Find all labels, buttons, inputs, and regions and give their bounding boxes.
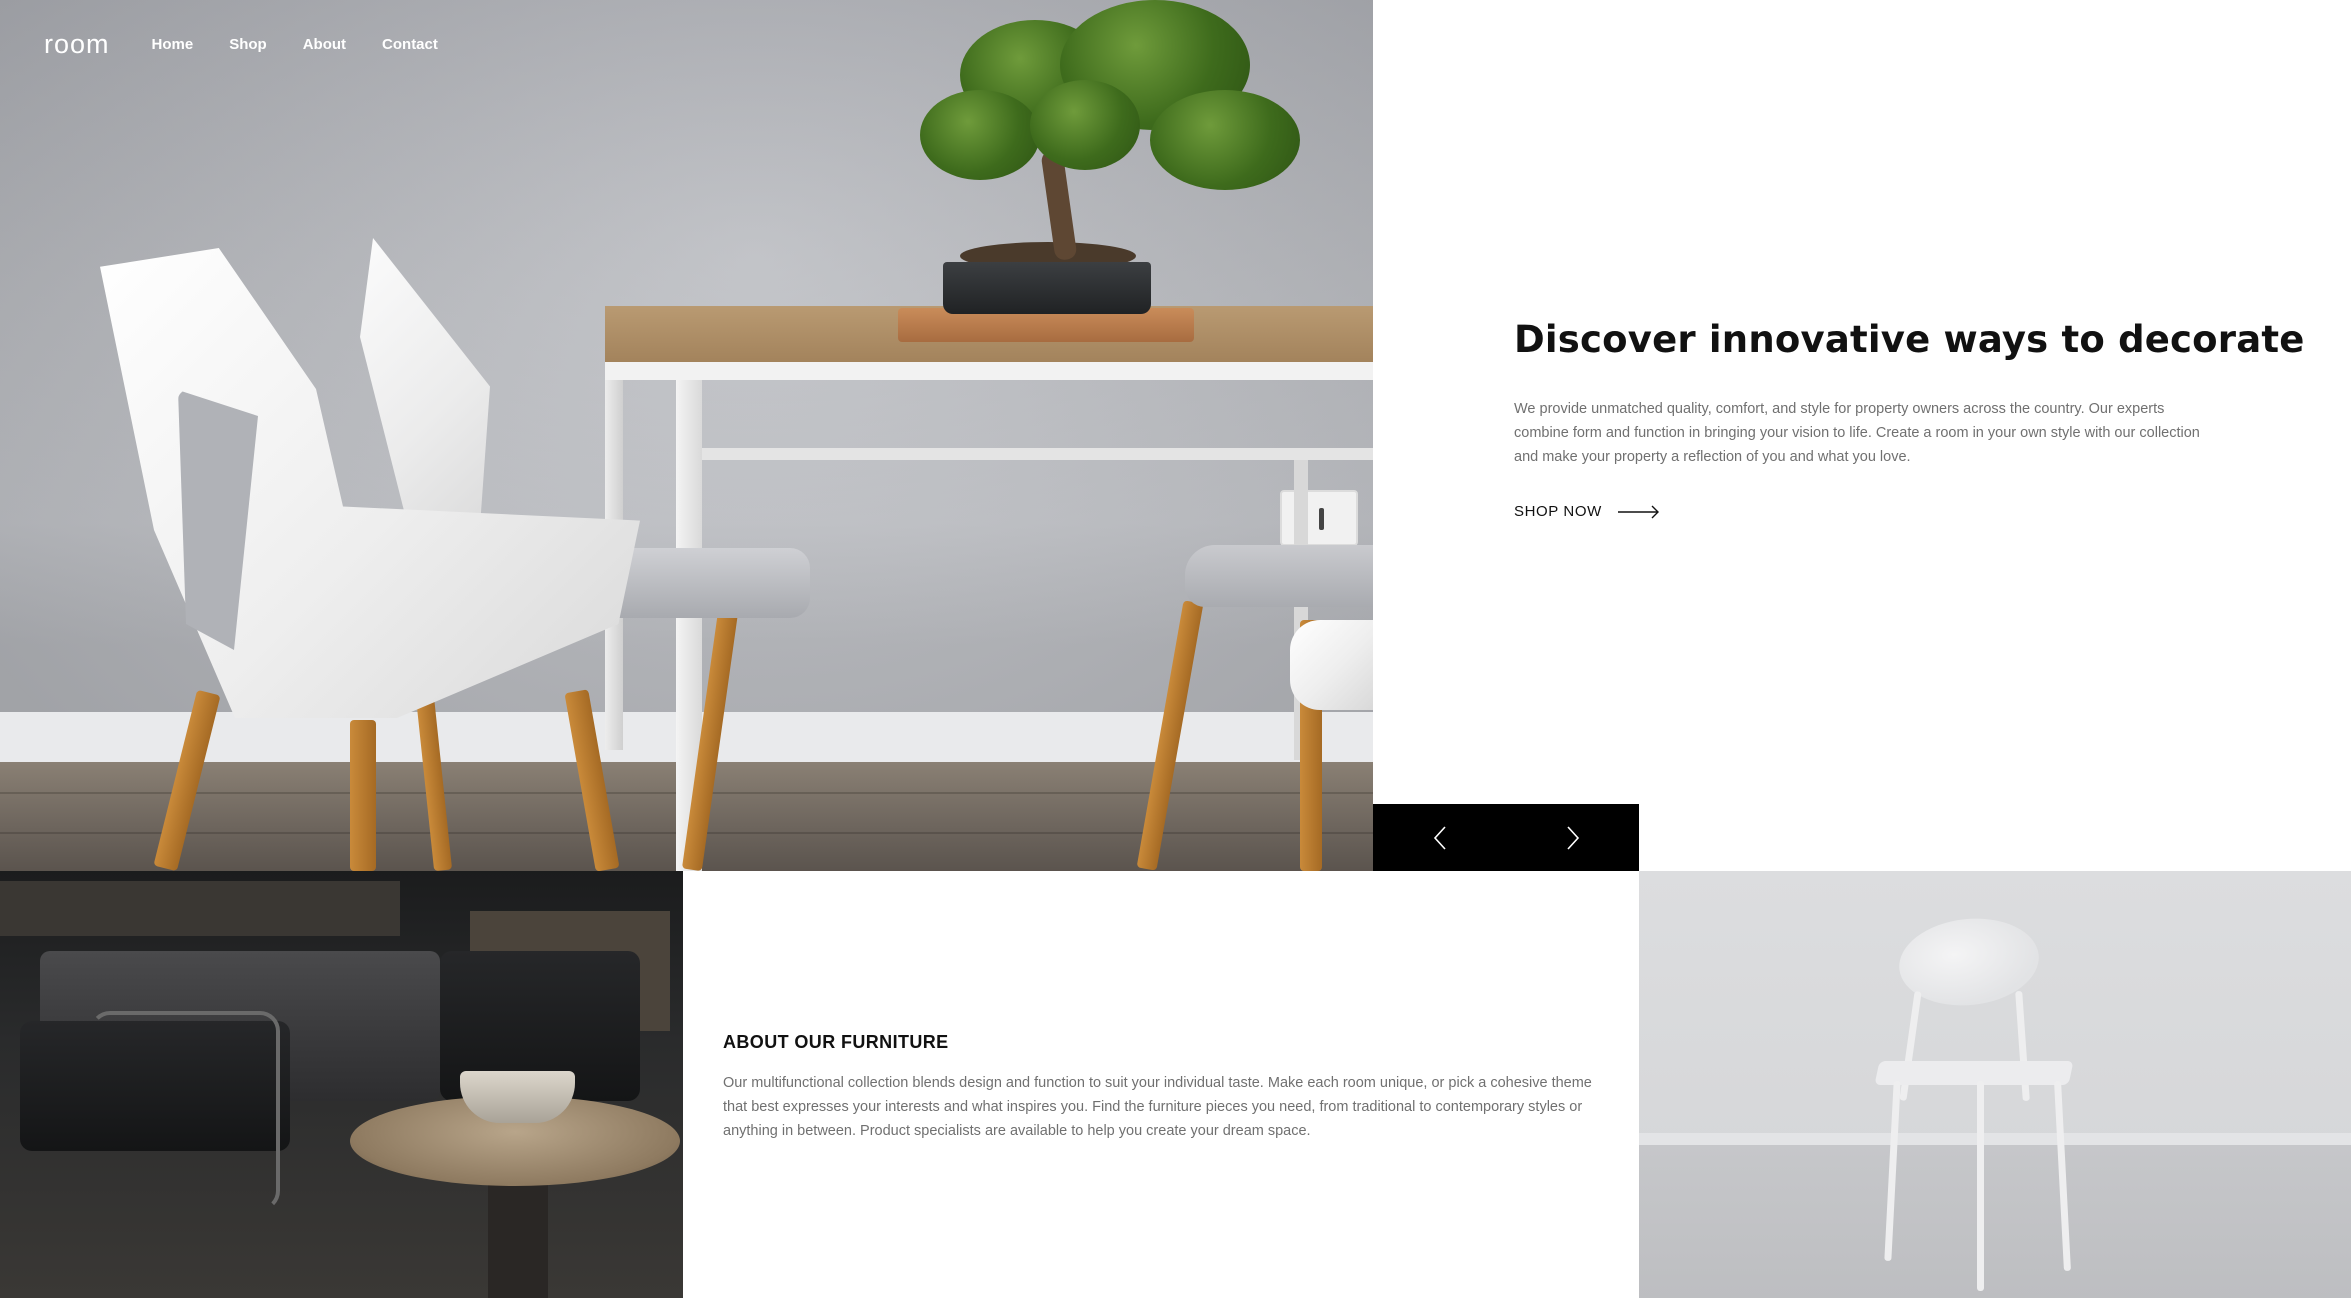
chair-leg [1977,1081,1984,1291]
light-chair-image [1639,871,2351,1298]
bonsai-foliage [1150,90,1300,190]
hero-description: We provide unmatched quality, comfort, a… [1514,401,2200,465]
shop-now-link[interactable]: SHOP NOW [1514,503,2214,520]
arrow-right-icon [1617,505,1659,518]
hero-image [0,0,1373,871]
armrest [90,1011,280,1211]
bonsai-foliage [1030,80,1140,170]
nav-link-contact[interactable]: Contact [382,36,438,53]
nav-links: Home Shop About Contact [152,36,438,53]
top-nav: room Home Shop About Contact [44,28,438,60]
about-title: ABOUT OUR FURNITURE [723,1032,949,1052]
chair-seat [1185,545,1373,607]
nav-link-shop[interactable]: Shop [229,36,267,53]
coffee-table-base [488,1171,548,1298]
chair-leg [350,720,376,871]
about-description: Our multifunctional collection blends de… [723,1075,1592,1139]
nav-link-about[interactable]: About [303,36,346,53]
wall-outlet [1280,490,1358,546]
dark-furniture-image [0,871,683,1298]
about-section: ABOUT OUR FURNITURE Our multifunctional … [723,1032,1603,1143]
chair-seat [1874,1061,2074,1085]
shop-now-label: SHOP NOW [1514,503,1602,520]
slider-controls [1373,804,1639,871]
hero-content: Discover innovative ways to decorate We … [1514,318,2305,520]
chair-shell [1290,620,1373,710]
nav-link-home[interactable]: Home [152,36,194,53]
chevron-right-icon [1566,825,1579,850]
chevron-left-icon [1433,825,1446,850]
brand-logo[interactable]: room [44,29,110,60]
light-floor [1639,1145,2351,1298]
slider-prev-button[interactable] [1373,804,1506,871]
bonsai-foliage [920,90,1040,180]
hero-title: Discover innovative ways to decorate [1514,318,2305,361]
slider-next-button[interactable] [1506,804,1639,871]
headboard [0,881,400,936]
bowl [460,1071,575,1123]
bonsai-pot [943,262,1151,314]
table-rail [702,448,1373,460]
